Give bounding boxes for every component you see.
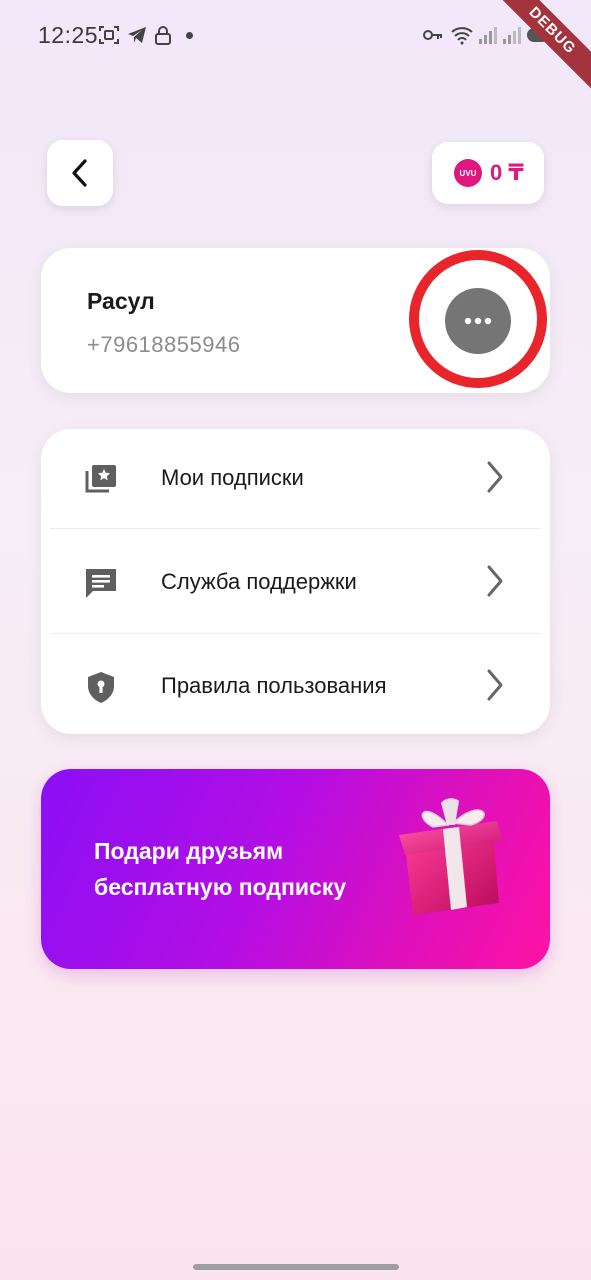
more-options-button[interactable]: [445, 288, 511, 354]
back-button[interactable]: [47, 140, 113, 206]
menu-item-label: Служба поддержки: [161, 569, 357, 594]
chevron-right-icon: [487, 461, 503, 493]
promo-text: Подари друзьям бесплатную подписку: [94, 838, 347, 900]
menu-item-support[interactable]: Служба поддержки: [41, 533, 550, 633]
status-bar: 12:25 DEBUG: [0, 0, 591, 101]
coin-icon: UVU: [454, 159, 482, 187]
balance-button[interactable]: UVU 0 ₸: [432, 142, 544, 204]
telegram-icon: [128, 27, 146, 43]
shield-icon: [88, 672, 114, 703]
subscriptions-icon: [85, 465, 116, 493]
menu-card: Мои подписки Служба поддержки Правила по…: [41, 429, 550, 734]
notification-dot: [186, 32, 193, 39]
chevron-right-icon: [487, 565, 503, 597]
chat-icon: [86, 569, 116, 598]
profile-phone: +79618855946: [87, 332, 241, 357]
home-indicator[interactable]: [193, 1264, 399, 1270]
profile-card: Расул +79618855946: [41, 248, 550, 393]
menu-item-subscriptions[interactable]: Мои подписки: [41, 429, 550, 529]
screenshot-icon: [99, 26, 119, 44]
status-time: 12:25: [38, 22, 99, 48]
chevron-left-icon: [72, 159, 87, 187]
lock-icon: [155, 26, 171, 45]
signal-icon: [503, 27, 521, 44]
divider: [50, 633, 541, 634]
menu-item-terms[interactable]: Правила пользования: [41, 637, 550, 737]
menu-item-label: Мои подписки: [161, 465, 304, 490]
debug-banner: DEBUG: [482, 0, 591, 101]
balance-value: 0 ₸: [490, 160, 524, 185]
wifi-icon: [451, 27, 473, 45]
gift-icon: [399, 798, 503, 915]
chevron-right-icon: [487, 669, 503, 701]
key-icon: [423, 30, 442, 40]
signal-icon: [479, 27, 497, 44]
more-horizontal-icon: [464, 317, 492, 325]
gift-subscription-banner[interactable]: Подари друзьям бесплатную подписку: [41, 769, 550, 969]
menu-item-label: Правила пользования: [161, 673, 387, 698]
divider: [50, 528, 541, 529]
profile-name: Расул: [87, 288, 155, 314]
